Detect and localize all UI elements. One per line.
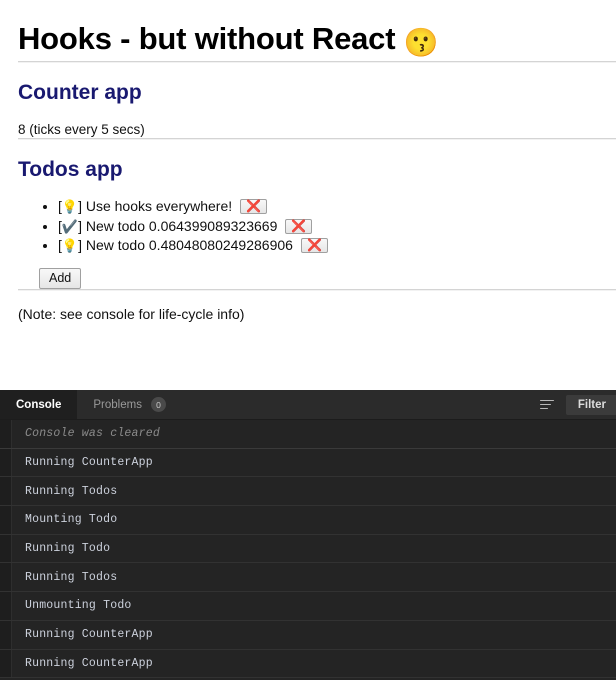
divider-2	[18, 138, 616, 140]
filter-button[interactable]: Filter	[565, 394, 616, 415]
console-row-gutter	[0, 620, 12, 649]
kissing-face-emoji: 😗	[403, 27, 439, 58]
console-message: Unmounting Todo	[25, 599, 132, 613]
console-row[interactable]: Running Todos	[0, 563, 616, 593]
console-message: Running CounterApp	[25, 628, 153, 642]
console-row[interactable]: Running CounterApp	[0, 620, 616, 650]
problems-count-badge: 0	[150, 397, 166, 412]
todo-list: [💡] Use hooks everywhere!❌ [✔️] New todo…	[18, 197, 616, 256]
filter-lines-icon[interactable]	[539, 399, 556, 411]
tab-console-label: Console	[16, 398, 62, 411]
lifecycle-note: (Note: see console for life-cycle info)	[18, 305, 245, 322]
lightbulb-icon[interactable]: 💡	[62, 199, 78, 214]
todos-app-heading: Todos app	[18, 158, 123, 181]
counter-value-line: 8 (ticks every 5 secs)	[18, 122, 145, 137]
console-row-gutter	[0, 477, 12, 506]
console-message: Running Todos	[25, 484, 118, 498]
console-row-gutter	[0, 563, 12, 592]
divider-3	[18, 288, 616, 291]
console-message: Running Todo	[25, 542, 111, 556]
tab-console[interactable]: Console	[0, 390, 78, 419]
console-row[interactable]: Mounting Todo	[0, 506, 616, 535]
delete-todo-button[interactable]: ❌	[285, 218, 313, 234]
counter-app-heading: Counter app	[18, 81, 142, 104]
console-message: Running CounterApp	[25, 656, 153, 670]
console-row-cleared: Console was cleared	[0, 420, 616, 449]
tab-problems-label: Problems	[93, 398, 142, 411]
console-row-gutter	[0, 506, 12, 534]
console-row-gutter	[0, 649, 12, 678]
lightbulb-icon[interactable]: 💡	[62, 238, 78, 253]
tab-problems[interactable]: Problems 0	[77, 390, 182, 419]
console-row[interactable]: Running Todo	[0, 534, 616, 564]
console-row-gutter	[0, 420, 12, 448]
console-message: Console was cleared	[25, 427, 160, 441]
console-message: Running Todos	[25, 570, 118, 584]
page-title-text: Hooks - but without React	[18, 21, 404, 56]
console-log-list[interactable]: Console was cleared Running CounterApp R…	[0, 420, 616, 679]
page-title: Hooks - but without React 😗	[18, 21, 616, 61]
devtools-tabbar: Console Problems 0 Filter	[0, 390, 616, 420]
devtools-panel: Console Problems 0 Filter Console was cl…	[0, 390, 616, 680]
check-mark-icon[interactable]: ✔️	[62, 219, 78, 234]
divider-1	[18, 61, 616, 63]
delete-todo-button[interactable]: ❌	[240, 199, 268, 214]
list-item: [💡] Use hooks everywhere!❌	[58, 197, 616, 217]
list-item: [✔️] New todo 0.064399089323669❌	[58, 217, 616, 237]
todo-text: New todo 0.064399089323669	[81, 217, 278, 234]
list-item: [💡] New todo 0.48048080249286906❌	[58, 236, 616, 256]
app-root: Hooks - but without React 😗 Counter app …	[0, 0, 616, 680]
todo-text: Use hooks everywhere!	[81, 198, 233, 214]
console-row[interactable]: Unmounting Todo	[0, 592, 616, 621]
console-row[interactable]: Running CounterApp	[0, 448, 616, 478]
todo-text: New todo 0.48048080249286906	[81, 237, 293, 253]
console-row[interactable]: Running Todos	[0, 477, 616, 507]
console-message: Running CounterApp	[25, 456, 153, 470]
console-row-gutter	[0, 448, 12, 477]
add-todo-button[interactable]: Add	[39, 267, 82, 289]
console-row[interactable]: Running CounterApp	[0, 649, 616, 679]
delete-todo-button[interactable]: ❌	[300, 238, 328, 253]
console-row-gutter	[0, 592, 12, 620]
console-row-gutter	[0, 534, 12, 563]
devtools-toolbar-right: Filter	[539, 390, 616, 419]
console-message: Mounting Todo	[25, 513, 118, 527]
page-content: Hooks - but without React 😗 Counter app …	[0, 0, 616, 390]
